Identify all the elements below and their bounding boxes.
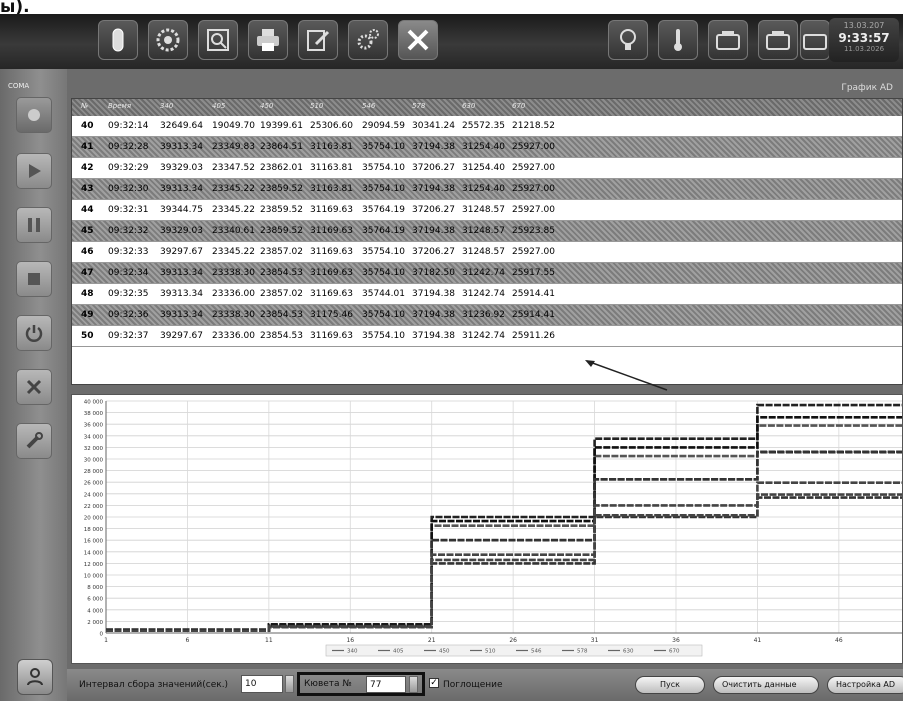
- clock-date: 13.03.207: [843, 21, 885, 30]
- y-tick-label: 14 000: [84, 550, 104, 556]
- y-tick-label: 26 000: [84, 481, 104, 487]
- y-tick-label: 20 000: [84, 516, 104, 522]
- legend-entry: 510: [485, 649, 496, 655]
- clear-data-button[interactable]: Очистить данные: [713, 676, 819, 694]
- printer-icon[interactable]: [248, 20, 288, 60]
- legend-entry: 546: [531, 649, 542, 655]
- left-sidebar: COMA: [0, 69, 67, 701]
- x-tick-label: 46: [835, 637, 843, 644]
- settings-gears-icon[interactable]: [348, 20, 388, 60]
- y-tick-label: 28 000: [84, 469, 104, 475]
- interval-label: Интервал сбора значений(сек.): [79, 680, 229, 690]
- series-line-630: [106, 450, 902, 632]
- series-line-546: [106, 424, 902, 632]
- y-tick-label: 8 000: [87, 585, 103, 591]
- y-tick-label: 40 000: [84, 400, 104, 406]
- play-button[interactable]: [16, 153, 52, 189]
- interval-input[interactable]: 10: [241, 675, 283, 693]
- tray-1-icon[interactable]: [708, 20, 748, 60]
- bottom-bar: Интервал сбора значений(сек.) 10 Кювета …: [67, 669, 903, 701]
- chart-area: 0 2 000 4 000 6 000 8 000 10 000 12 000 14 000 1…: [71, 394, 903, 664]
- x-tick-label: 1: [104, 637, 108, 644]
- pause-button[interactable]: [16, 207, 52, 243]
- legend-entry: 630: [623, 649, 634, 655]
- series-line-670: [106, 481, 902, 632]
- device-screen: 13.03.207 9:33:57 11.03.2026 COMA График…: [0, 14, 903, 701]
- legend-entry: 450: [439, 649, 450, 655]
- y-tick-label: 16 000: [84, 539, 104, 545]
- clock-display: 13.03.207 9:33:57 11.03.2026: [829, 18, 899, 62]
- y-tick-label: 2 000: [87, 620, 103, 626]
- interval-spinner[interactable]: [285, 675, 294, 693]
- wrench-button[interactable]: [16, 423, 52, 459]
- absorbance-checkbox[interactable]: ✓: [429, 678, 439, 688]
- y-tick-label: 12 000: [84, 562, 104, 568]
- x-tick-label: 11: [265, 637, 273, 644]
- cuvette-spinner[interactable]: [409, 676, 418, 693]
- legend-entry: 578: [577, 649, 588, 655]
- start-button[interactable]: Пуск: [635, 676, 705, 694]
- y-tick-label: 32 000: [84, 446, 104, 452]
- y-tick-label: 34 000: [84, 434, 104, 440]
- y-tick-label: 36 000: [84, 423, 104, 429]
- y-tick-label: 22 000: [84, 504, 104, 510]
- rotor-icon[interactable]: [148, 20, 188, 60]
- x-tick-label: 41: [754, 637, 762, 644]
- cuvette-group: Кювета № 77: [297, 672, 425, 696]
- tray-3-icon[interactable]: [800, 20, 830, 60]
- legend-entry: 340: [347, 649, 358, 655]
- y-tick-label: 6 000: [87, 597, 103, 603]
- x-tick-label: 16: [346, 637, 354, 644]
- y-tick-label: 4 000: [87, 608, 103, 614]
- thermometer-icon[interactable]: [658, 20, 698, 60]
- y-tick-label: 18 000: [84, 527, 104, 533]
- top-toolbar: 13.03.207 9:33:57 11.03.2026: [0, 14, 903, 69]
- test-tube-icon[interactable]: [98, 20, 138, 60]
- edit-icon[interactable]: [298, 20, 338, 60]
- x-tick-label: 21: [428, 637, 436, 644]
- document-caption: ы).: [0, 0, 30, 14]
- legend-entry: 405: [393, 649, 404, 655]
- cuvette-input[interactable]: 77: [366, 676, 406, 693]
- user-icon[interactable]: [17, 659, 53, 695]
- main-panel: График AD № Время 340 405 450 510 546 578 630 670…: [67, 69, 903, 701]
- y-tick-label: 24 000: [84, 492, 104, 498]
- cuvette-label: Кювета №: [304, 679, 352, 689]
- absorbance-label: Поглощение: [443, 680, 503, 690]
- y-tick-label: 0: [100, 632, 104, 638]
- tools-icon[interactable]: [398, 20, 438, 60]
- stop-button[interactable]: [16, 261, 52, 297]
- tray-2-icon[interactable]: [758, 20, 798, 60]
- screenshot: ы). 13.03.207 9:33:57 11.03.2026 COMA Гр…: [0, 0, 903, 701]
- x-tick-label: 36: [672, 637, 680, 644]
- x-tick-label: 26: [509, 637, 517, 644]
- lightbulb-icon[interactable]: [608, 20, 648, 60]
- power-button[interactable]: [16, 315, 52, 351]
- sidebar-back-button[interactable]: [16, 97, 52, 133]
- legend-entry: 670: [669, 649, 680, 655]
- y-tick-label: 10 000: [84, 574, 104, 580]
- y-tick-label: 38 000: [84, 411, 104, 417]
- x-tick-label: 31: [591, 637, 599, 644]
- annotation-arrow: [585, 360, 668, 391]
- sidebar-label: COMA: [8, 82, 30, 90]
- clock-time: 9:33:57: [838, 31, 890, 45]
- search-document-icon[interactable]: [198, 20, 238, 60]
- y-tick-label: 30 000: [84, 458, 104, 464]
- clock-subdate: 11.03.2026: [843, 45, 885, 53]
- close-button[interactable]: [16, 369, 52, 405]
- line-chart: 0 2 000 4 000 6 000 8 000 10 000 12 000 14 000 1…: [84, 400, 902, 657]
- x-tick-label: 6: [186, 637, 190, 644]
- ad-settings-button[interactable]: Настройка AD: [827, 676, 903, 694]
